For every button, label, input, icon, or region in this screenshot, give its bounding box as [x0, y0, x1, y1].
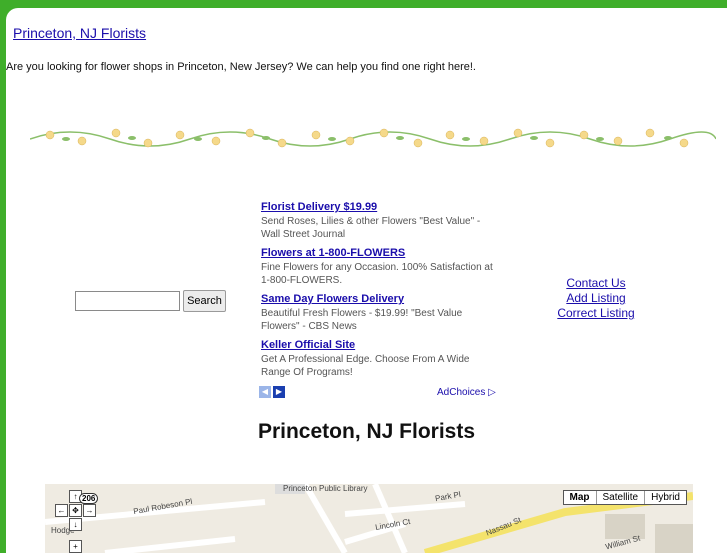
ad-description: Beautiful Fresh Flowers - $19.99! "Best …	[261, 308, 463, 332]
route-shield-206: 206	[79, 493, 99, 504]
contact-us-link[interactable]: Contact Us	[546, 276, 646, 291]
ad-next-icon[interactable]: ▶	[273, 386, 285, 398]
ad-item: Florist Delivery $19.99 Send Roses, Lili…	[261, 200, 497, 246]
pan-left-icon[interactable]: ←	[55, 504, 68, 517]
map-type-map[interactable]: Map	[564, 491, 596, 504]
adchoices-label: AdChoices	[437, 387, 486, 398]
ad-title-link[interactable]: Florist Delivery $19.99	[261, 201, 497, 213]
ad-prev-icon[interactable]: ◀	[259, 386, 271, 398]
search-button[interactable]: Search	[183, 290, 226, 312]
map-widget[interactable]: Paul Robeson Pl Hodge Princeton Public L…	[45, 484, 693, 553]
search-input[interactable]	[75, 291, 180, 311]
street-label: Princeton Public Library	[283, 484, 368, 493]
main-heading: Princeton, NJ Florists	[257, 420, 476, 443]
ad-title-link[interactable]: Same Day Flowers Delivery	[261, 293, 497, 305]
side-links: Contact Us Add Listing Correct Listing	[546, 276, 646, 321]
ad-description: Fine Flowers for any Occasion. 100% Sati…	[261, 262, 493, 286]
map-type-control: Map Satellite Hybrid	[562, 490, 687, 505]
add-listing-link[interactable]: Add Listing	[546, 291, 646, 306]
pan-right-icon[interactable]: →	[83, 504, 96, 517]
adchoices-link[interactable]: AdChoices ▷	[437, 387, 496, 398]
pan-center-icon[interactable]: ✥	[69, 504, 82, 517]
ad-title-link[interactable]: Keller Official Site	[261, 339, 497, 351]
ad-item: Flowers at 1-800-FLOWERS Fine Flowers fo…	[261, 246, 497, 292]
ad-item: Same Day Flowers Delivery Beautiful Fres…	[261, 292, 497, 338]
correct-listing-link[interactable]: Correct Listing	[546, 306, 646, 321]
site-title-link[interactable]: Princeton, NJ Florists	[13, 25, 146, 41]
pan-down-icon[interactable]: ↓	[69, 518, 82, 531]
zoom-in-icon[interactable]: +	[69, 540, 82, 553]
ad-description: Get A Professional Edge. Choose From A W…	[261, 354, 470, 378]
ad-title-link[interactable]: Flowers at 1-800-FLOWERS	[261, 247, 497, 259]
map-type-satellite[interactable]: Satellite	[595, 491, 645, 504]
ad-description: Send Roses, Lilies & other Flowers "Best…	[261, 216, 481, 240]
ad-nav: ◀ ▶	[259, 386, 285, 398]
flower-divider	[30, 128, 716, 148]
ad-item: Keller Official Site Get A Professional …	[261, 338, 497, 384]
map-type-hybrid[interactable]: Hybrid	[644, 491, 686, 504]
content-panel: Princeton, NJ Florists Are you looking f…	[6, 8, 727, 553]
ad-list: Florist Delivery $19.99 Send Roses, Lili…	[261, 200, 497, 384]
intro-text: Are you looking for flower shops in Prin…	[6, 61, 476, 73]
